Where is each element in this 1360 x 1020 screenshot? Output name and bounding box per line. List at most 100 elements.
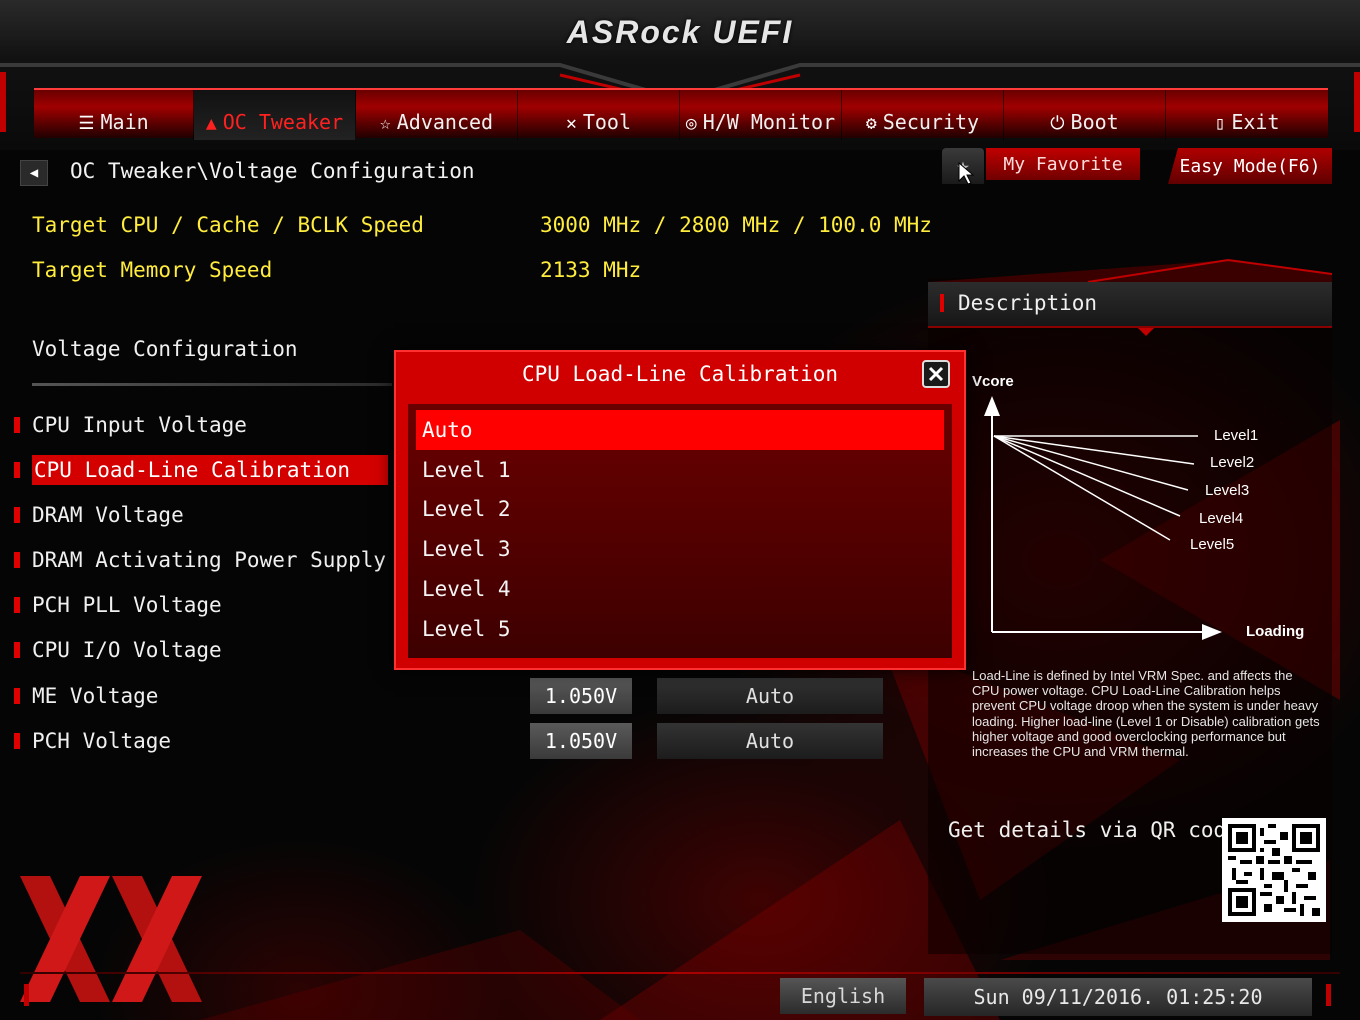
item-marker <box>14 417 20 433</box>
description-header-marker <box>940 294 944 312</box>
setting-dram-activating-power-supply[interactable]: DRAM Activating Power Supply <box>14 541 394 579</box>
power-icon: ⏻ <box>1050 113 1065 134</box>
setting-pch-pll-voltage[interactable]: PCH PLL Voltage <box>14 586 394 624</box>
pch-voltage-mode[interactable]: Auto <box>657 723 883 759</box>
llc-level-lines <box>993 435 1198 541</box>
qr-code-image <box>1228 824 1320 916</box>
close-icon <box>928 366 944 382</box>
setting-pch-voltage[interactable]: PCH Voltage <box>14 722 394 760</box>
setting-cpu-load-line-calibration[interactable]: CPU Load-Line Calibration <box>14 451 394 489</box>
me-voltage-value[interactable]: 1.050V <box>530 678 632 714</box>
level5-label: Level5 <box>1190 536 1234 553</box>
tab-oc-tweaker[interactable]: ▲ OC Tweaker <box>194 90 356 140</box>
shield-icon: ⚙ <box>865 113 877 134</box>
option-auto[interactable]: Auto <box>416 410 944 450</box>
level3-label: Level3 <box>1205 482 1249 499</box>
target-cpu-label: Target CPU / Cache / BCLK Speed <box>32 213 424 237</box>
tab-security-label: Security <box>882 110 980 134</box>
setting-label: ME Voltage <box>32 684 159 708</box>
setting-label: CPU Load-Line Calibration <box>32 455 388 485</box>
star-advanced-icon: ☆ <box>379 113 391 134</box>
tab-main[interactable]: ☰ Main <box>34 90 194 140</box>
level2-label: Level2 <box>1210 454 1254 471</box>
list-icon: ☰ <box>78 113 95 134</box>
target-cpu-value: 3000 MHz / 2800 MHz / 100.0 MHz <box>540 213 932 237</box>
graph-y-label: Vcore <box>972 373 1014 390</box>
item-marker <box>14 552 20 568</box>
footer-accent-left <box>24 984 29 1006</box>
easy-mode-button[interactable]: Easy Mode(F6) <box>1168 148 1332 184</box>
exit-icon: ▯ <box>1214 113 1226 134</box>
setting-label: DRAM Voltage <box>32 503 184 527</box>
option-level-3[interactable]: Level 3 <box>416 529 944 569</box>
language-button[interactable]: English <box>780 978 906 1014</box>
setting-label: CPU I/O Voltage <box>32 638 222 662</box>
me-voltage-mode[interactable]: Auto <box>657 678 883 714</box>
tab-hw-monitor[interactable]: ◎ H/W Monitor <box>680 90 842 140</box>
description-notch <box>1138 328 1154 336</box>
qr-label: Get details via QR code <box>948 818 1239 842</box>
setting-cpu-io-voltage[interactable]: CPU I/O Voltage <box>14 631 394 669</box>
tab-exit-label: Exit <box>1231 110 1280 134</box>
tab-main-label: Main <box>100 110 149 134</box>
datetime-display: Sun 09/11/2016. 01:25:20 <box>924 978 1312 1016</box>
dialog-title: CPU Load-Line Calibration <box>521 362 839 386</box>
level1-label: Level1 <box>1214 427 1258 444</box>
option-level-2[interactable]: Level 2 <box>416 490 944 530</box>
pch-voltage-value[interactable]: 1.050V <box>530 723 632 759</box>
monitor-icon: ◎ <box>685 113 697 134</box>
section-divider <box>32 383 392 386</box>
setting-label: PCH PLL Voltage <box>32 593 222 617</box>
my-favorite-button[interactable]: My Favorite <box>986 148 1140 180</box>
tab-boot-label: Boot <box>1070 110 1119 134</box>
graph-x-label: Loading <box>1246 623 1304 640</box>
tab-tool-label: Tool <box>582 110 631 134</box>
back-button[interactable]: ◀ <box>20 160 48 186</box>
tab-tool[interactable]: ✕ Tool <box>518 90 680 140</box>
option-level-1[interactable]: Level 1 <box>416 450 944 490</box>
description-top-decoration <box>928 258 1332 283</box>
item-marker <box>14 642 20 658</box>
dialog-close-button[interactable] <box>922 360 950 388</box>
setting-dram-voltage[interactable]: DRAM Voltage <box>14 496 394 534</box>
arrow-left-icon: ◀ <box>29 165 39 181</box>
item-marker <box>14 462 20 478</box>
dialog-option-list: Auto Level 1 Level 2 Level 3 Level 4 Lev… <box>408 404 952 658</box>
breadcrumb: OC Tweaker\Voltage Configuration <box>70 159 475 183</box>
item-marker <box>14 507 20 523</box>
item-marker <box>14 733 20 749</box>
description-title: Description <box>958 291 1098 315</box>
qr-code[interactable] <box>1222 818 1326 922</box>
section-title: Voltage Configuration <box>32 337 298 361</box>
option-level-4[interactable]: Level 4 <box>416 569 944 609</box>
option-level-5[interactable]: Level 5 <box>416 609 944 649</box>
tab-advanced-label: Advanced <box>396 110 494 134</box>
setting-cpu-input-voltage[interactable]: CPU Input Voltage <box>14 406 394 444</box>
tab-hw-monitor-label: H/W Monitor <box>702 110 836 134</box>
setting-me-voltage[interactable]: ME Voltage <box>14 677 394 715</box>
brand-logo: ASRock UEFI <box>566 14 794 50</box>
tab-boot[interactable]: ⏻ Boot <box>1004 90 1166 140</box>
description-text: Load-Line is defined by Intel VRM Spec. … <box>972 668 1320 760</box>
flame-icon: ▲ <box>205 113 217 134</box>
llc-graph-axes <box>984 396 1222 640</box>
target-memory-label: Target Memory Speed <box>32 258 273 282</box>
llc-selection-dialog: CPU Load-Line Calibration Auto Level 1 L… <box>394 350 966 670</box>
tab-security[interactable]: ⚙ Security <box>842 90 1004 140</box>
side-accent-right <box>1354 72 1360 132</box>
side-accent-left <box>0 72 6 132</box>
tools-icon: ✕ <box>565 113 577 134</box>
xx-watermark-logo <box>20 876 202 1002</box>
footer-divider <box>20 972 1340 974</box>
setting-label: CPU Input Voltage <box>32 413 247 437</box>
tab-exit[interactable]: ▯ Exit <box>1166 90 1328 140</box>
main-nav-tabs: ☰ Main ▲ OC Tweaker ☆ Advanced ✕ Tool ◎ … <box>34 88 1328 140</box>
item-marker <box>14 597 20 613</box>
target-memory-value: 2133 MHz <box>540 258 642 282</box>
llc-graph: Vcore Loading Level1 Level2 Level3 Level… <box>972 373 1304 640</box>
setting-label: DRAM Activating Power Supply <box>32 548 387 572</box>
tab-advanced[interactable]: ☆ Advanced <box>356 90 518 140</box>
footer-accent-right <box>1326 984 1331 1006</box>
mouse-cursor-icon <box>958 162 974 185</box>
tab-oc-tweaker-label: OC Tweaker <box>222 110 344 134</box>
